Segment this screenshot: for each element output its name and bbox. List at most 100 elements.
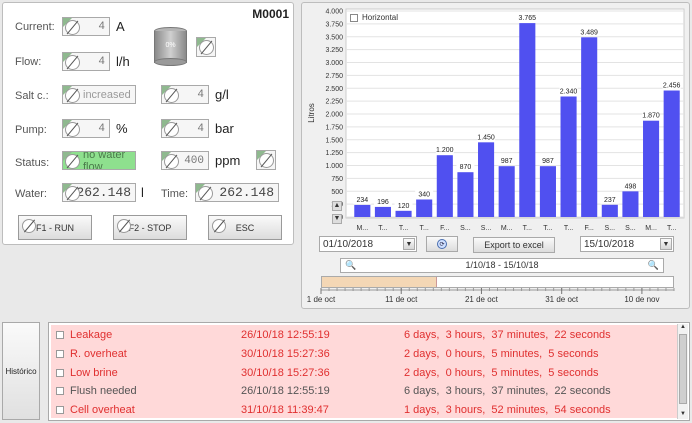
water-field[interactable]: 262.148 (62, 183, 136, 202)
x-tick-label: M... (645, 225, 657, 232)
salt-label: Salt c.: (15, 90, 49, 102)
salt-field[interactable]: 4 (161, 85, 209, 104)
date-from-combo[interactable]: 01/10/2018 ▼ (319, 236, 417, 252)
pressure-unit: bar (215, 121, 234, 136)
bar-value-label: 2.340 (560, 88, 578, 95)
scroll-down-icon: ▼ (680, 411, 686, 417)
history-button[interactable]: Histórico (2, 322, 40, 420)
timeline-track[interactable] (321, 276, 674, 288)
y-tick-label: 2.250 (325, 99, 343, 106)
alarm-date: 30/10/18 15:27:36 (241, 366, 330, 379)
alarm-checkbox[interactable] (56, 331, 64, 339)
alarm-row[interactable]: Flush needed 26/10/18 12:55:19 6 days, 3 h… (51, 382, 677, 400)
alarm-date: 30/10/18 15:27:36 (241, 347, 330, 360)
scroll-down-icon[interactable]: ▼ (332, 214, 342, 224)
ppm-unit: ppm (215, 153, 241, 168)
y-tick-label: 1.500 (325, 137, 343, 144)
horizontal-checkbox[interactable] (350, 14, 358, 22)
bar-value-label: 196 (377, 199, 389, 206)
ppm-field[interactable]: 400 (161, 151, 209, 170)
bar (374, 206, 391, 217)
alarm-duration: 1 days, 3 hours, 52 minutes, 54 seconds (404, 404, 611, 417)
bar (663, 90, 680, 217)
flow-field[interactable]: 4 (62, 52, 110, 71)
pressure-field[interactable]: 4 (161, 119, 209, 138)
alarm-row[interactable]: Cell overheat 31/10/18 11:39:47 1 days, 3 … (51, 401, 677, 419)
run-button[interactable]: F1 - RUN (18, 215, 92, 240)
refresh-button[interactable]: ⟳ (426, 236, 458, 252)
salt-status-field[interactable]: increased (62, 85, 136, 104)
y-tick-label: 4.000 (325, 9, 343, 16)
ppm-toggle-button[interactable] (256, 150, 276, 170)
bar-value-label: 3.489 (580, 29, 598, 36)
y-tick-label: 3.750 (325, 21, 343, 28)
current-field[interactable]: 4 (62, 17, 110, 36)
alarm-checkbox[interactable] (56, 387, 64, 396)
x-tick-label: T... (420, 225, 429, 232)
timeline-label: 10 de nov (624, 295, 659, 304)
bar (519, 23, 536, 218)
alarm-checkbox[interactable] (56, 406, 64, 415)
alarm-date: 26/10/18 12:55:19 (241, 329, 330, 341)
bar (395, 210, 412, 217)
status-field[interactable]: no water flow (62, 151, 136, 170)
bar-value-label: 120 (398, 203, 410, 210)
bar-value-label: 2.456 (663, 83, 681, 90)
tank-toggle-button[interactable] (196, 37, 216, 57)
pump-label: Pump: (15, 124, 47, 136)
alarm-name: Cell overheat (70, 404, 135, 417)
stop-button[interactable]: F2 - STOP (113, 215, 187, 240)
alarm-list: Leakage 26/10/18 12:55:19 6 days, 3 hours,… (48, 322, 690, 421)
alarm-checkbox[interactable] (56, 368, 64, 377)
bar (436, 155, 453, 217)
x-tick-label: F... (440, 225, 449, 232)
x-tick-label: F... (585, 225, 594, 232)
timeline-label: 1 de oct (307, 295, 336, 304)
y-tick-label: 3.250 (325, 47, 343, 54)
alarm-row[interactable]: Leakage 26/10/18 12:55:19 6 days, 3 hours,… (51, 326, 677, 344)
date-to-combo[interactable]: 15/10/2018 ▼ (580, 236, 674, 252)
timeline-label: 31 de oct (545, 295, 579, 304)
bar (581, 37, 598, 218)
y-tick-label: 3.000 (325, 60, 343, 67)
status-label: Status: (15, 157, 50, 169)
current-unit: A (116, 19, 125, 34)
y-tick-label: 1.000 (325, 163, 343, 170)
range-bar[interactable]: 🔍 1/10/18 - 15/10/18 🔍 (340, 258, 664, 273)
alarm-duration: 2 days, 0 hours, 5 minutes, 5 seconds (404, 366, 599, 379)
alarm-row[interactable]: R. overheat 30/10/18 15:27:36 2 days, 0 ho… (51, 345, 677, 363)
scroll-up-icon[interactable]: ▲ (332, 201, 342, 211)
bar (643, 120, 660, 217)
alarm-row[interactable]: Low brine 30/10/18 15:27:36 2 days, 0 hour… (51, 364, 677, 382)
chart-panel: 02505007501.0001.2501.5001.7502.0002.250… (301, 2, 690, 309)
timeline-selection[interactable] (322, 277, 437, 287)
y-tick-label: 1.750 (325, 124, 343, 131)
bar (416, 199, 433, 217)
export-excel-button[interactable]: Export to excel (473, 237, 555, 253)
water-unit: l (141, 185, 144, 200)
alarm-checkbox[interactable] (56, 349, 64, 358)
y-tick-label: 2.000 (325, 112, 343, 119)
flow-unit: l/h (116, 54, 130, 69)
x-tick-label: T... (399, 225, 408, 232)
chevron-down-icon: ▼ (403, 238, 415, 250)
pump-unit: % (116, 121, 128, 136)
bar-value-label: 1.200 (436, 147, 454, 154)
machine-id: M0001 (252, 7, 289, 21)
time-field[interactable]: 262.148 (195, 183, 279, 202)
bar (622, 191, 639, 217)
bar (457, 172, 474, 217)
tank-icon: 0% (154, 27, 187, 67)
machine-panel: M0001 Current: 4 A 0% Flow: 4 l/h Salt c… (2, 2, 294, 245)
esc-button[interactable]: ESC (208, 215, 282, 240)
chevron-down-icon: ▼ (660, 238, 672, 250)
pump-field[interactable]: 4 (62, 119, 110, 138)
scrollbar[interactable]: ▲ ▼ (677, 324, 688, 419)
y-tick-label: 3.500 (325, 34, 343, 41)
y-tick-label: 2.750 (325, 73, 343, 80)
horizontal-label: Horizontal (362, 13, 399, 22)
x-tick-label: T... (564, 225, 573, 232)
current-label: Current: (15, 21, 55, 33)
time-label: Time: (161, 188, 189, 200)
alarm-name: Leakage (70, 329, 113, 341)
